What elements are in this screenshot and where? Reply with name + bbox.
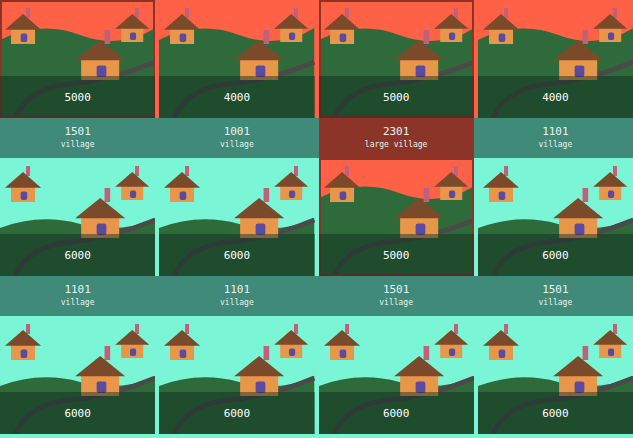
cost-text: 6000	[383, 407, 410, 420]
cost-text: 6000	[224, 249, 251, 262]
name-text: village	[220, 139, 254, 151]
tile-pictures: 6000 6000 5000 6000	[0, 158, 633, 276]
cost-band: 4000	[159, 76, 314, 118]
level-text: 1101	[64, 283, 91, 297]
cost-text: 6000	[64, 249, 91, 262]
tile-pictures: 5000 4000 5000 4000	[0, 0, 633, 118]
level-text: 1101	[542, 125, 569, 139]
cost-text: 6000	[224, 407, 251, 420]
village-tile[interactable]: 5000	[319, 158, 474, 276]
cost-band: 5000	[319, 76, 474, 118]
village-tile[interactable]: 6000	[319, 316, 474, 434]
village-tile[interactable]: 6000	[478, 158, 633, 276]
name-text: village	[61, 297, 95, 309]
cost-band: 6000	[0, 392, 155, 434]
tile-label[interactable]: 1001village	[159, 118, 314, 158]
cost-text: 5000	[383, 249, 410, 262]
name-text: village	[539, 139, 573, 151]
cost-text: 6000	[542, 407, 569, 420]
tile-row: 6000 6000 6000 6000	[0, 316, 633, 434]
village-grid: 50004000500040001501village1001village23…	[0, 0, 633, 438]
cost-band: 6000	[159, 234, 314, 276]
tile-label[interactable]: 1101village	[159, 276, 314, 316]
cost-band: 5000	[0, 76, 155, 118]
village-tile[interactable]: 6000	[478, 316, 633, 434]
level-text: 1101	[224, 283, 251, 297]
tile-label[interactable]: 1101village	[478, 118, 633, 158]
tile-label[interactable]: 1501village	[0, 118, 155, 158]
label-strip: 1101village1101village1501village1501vil…	[0, 276, 633, 316]
cost-text: 5000	[383, 91, 410, 104]
name-text: village	[379, 297, 413, 309]
village-tile[interactable]: 4000	[478, 0, 633, 118]
tile-label[interactable]: 2301large village	[319, 118, 474, 158]
cost-band: 6000	[0, 234, 155, 276]
cost-band: 4000	[478, 76, 633, 118]
tile-label[interactable]: 1501village	[319, 276, 474, 316]
cost-text: 4000	[224, 91, 251, 104]
name-text: village	[220, 297, 254, 309]
village-tile[interactable]: 6000	[0, 158, 155, 276]
level-text: 1501	[542, 283, 569, 297]
cost-band: 6000	[319, 392, 474, 434]
name-text: large village	[365, 139, 428, 151]
cost-text: 4000	[542, 91, 569, 104]
cost-text: 6000	[542, 249, 569, 262]
tile-pictures: 6000 6000 6000 6000	[0, 316, 633, 434]
cost-text: 5000	[64, 91, 91, 104]
level-text: 1501	[383, 283, 410, 297]
cost-band: 6000	[159, 392, 314, 434]
label-strip: 1501village1001village2301large village1…	[0, 118, 633, 158]
cost-text: 6000	[64, 407, 91, 420]
level-text: 2301	[383, 125, 410, 139]
name-text: village	[61, 139, 95, 151]
village-tile[interactable]: 6000	[0, 316, 155, 434]
village-tile[interactable]: 6000	[159, 316, 314, 434]
village-tile[interactable]: 5000	[0, 0, 155, 118]
tile-label[interactable]: 1101village	[0, 276, 155, 316]
level-text: 1501	[64, 125, 91, 139]
level-text: 1001	[224, 125, 251, 139]
tile-label[interactable]: 1501village	[478, 276, 633, 316]
name-text: village	[539, 297, 573, 309]
tile-row: 50004000500040001501village1001village23…	[0, 0, 633, 158]
village-tile[interactable]: 4000	[159, 0, 314, 118]
cost-band: 6000	[478, 392, 633, 434]
village-tile[interactable]: 5000	[319, 0, 474, 118]
tile-row: 60006000500060001101village1101village15…	[0, 158, 633, 316]
cost-band: 5000	[319, 234, 474, 276]
cost-band: 6000	[478, 234, 633, 276]
village-tile[interactable]: 6000	[159, 158, 314, 276]
